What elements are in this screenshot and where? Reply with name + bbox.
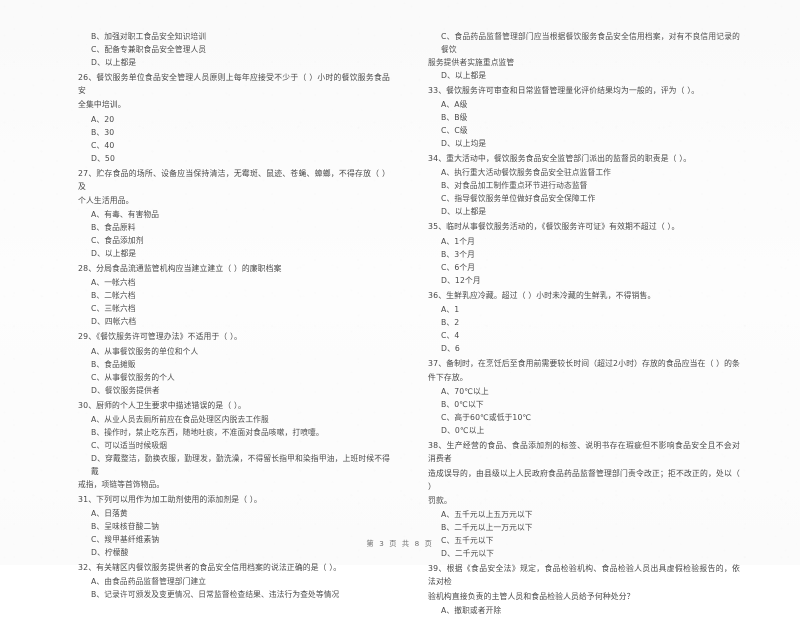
option-item: D、二千元以下 <box>441 549 495 559</box>
question-stem: 30、厨师的个人卫生要求中描述错误的是（ ）。 <box>78 400 246 410</box>
option-item: A、从业人员去厕所前应在食品处理区内脱去工作服 <box>91 414 269 424</box>
option-item: A、20 <box>91 114 115 124</box>
question-32: 32、有关辖区内餐饮服务提供者的食品安全信用档案的说法正确的是（ ）。 A、由食… <box>78 561 390 601</box>
option-item: D、0℃以上 <box>441 426 485 436</box>
option-item: A、日落黄 <box>91 509 128 519</box>
question-27: 27、贮存食品的场所、设备应当保持清洁，无霉斑、鼠迹、苍蝇、蟑螂，不得存放（ ）… <box>78 167 390 261</box>
scanned-page: B、加强对职工食品安全知识培训 C、配备专兼职食品安全管理人员 D、以上都是 2… <box>0 0 800 615</box>
question-stem: 37、备制时，在烹饪后至食用前需要较长时间（超过2小时）存放的食品应当在（ ）的… <box>428 358 740 368</box>
option-item: C、食品药品监督管理部门应当根据餐饮服务食品安全信用档案，对有不良信用记录的餐饮 <box>441 32 740 54</box>
question-30: 30、厨师的个人卫生要求中描述错误的是（ ）。 A、从业人员去厕所前应在食品处理… <box>78 399 390 491</box>
question-stem-continued-2: 罚款。 <box>428 496 452 506</box>
option-item: C、4 <box>441 330 460 340</box>
option-item: A、执行重大活动餐饮服务食品安全驻点监督工作 <box>441 168 611 178</box>
question-stem: 29、《餐饮服务许可管理办法》不适用于（ ）。 <box>78 332 242 342</box>
option-item: C、可以适当时候吸烟 <box>91 440 168 450</box>
question-31: 31、下列可以用作为加工助剂使用的添加剂是（ ）。 A、日落黄 B、呈味核苷酸二… <box>78 493 390 559</box>
option-item: C、配备专兼职食品安全管理人员 <box>91 45 207 54</box>
question-stem-continued: 全集中培训。 <box>78 100 126 110</box>
question-stem: 34、重大活动中，餐饮服务食品安全监管部门派出的监督员的职责是（ ）。 <box>428 154 692 164</box>
question-stem: 39、根据《食品安全法》规定，食品检验机构、食品检验人员出具虚假检验报告的，依法… <box>428 564 740 587</box>
option-item: B、加强对职工食品安全知识培训 <box>91 32 207 41</box>
option-item: D、以上都是 <box>91 58 137 67</box>
option-item: C、三帐六档 <box>91 304 136 314</box>
option-item: A、五千元以上五万元以下 <box>441 510 533 520</box>
option-item: D、以上均是 <box>441 139 487 149</box>
option-item: B、0℃以下 <box>441 400 484 410</box>
option-item: D、餐饮服务提供者 <box>91 385 160 395</box>
question-35: 35、临时从事餐饮服务活动的，《餐饮服务许可证》有效期不超过（ ）。 A、1个月… <box>428 220 740 286</box>
question-33: 33、餐饮服务许可审查和日常监督管理量化评价结果均为一般的，评为（ ）。 A、A… <box>428 84 740 150</box>
option-item-continued: 服务提供者实施重点监管 <box>428 58 515 67</box>
option-item: A、一帐六档 <box>91 278 136 288</box>
question-36: 36、生鲜乳应冷藏。超过（ ）小时未冷藏的生鲜乳，不得销售。 A、1 B、2 C… <box>428 289 740 355</box>
page-footer-text: 第 3 页 共 8 页 <box>366 539 434 548</box>
question-stem-continued: 造成误导的，由县级以上人民政府食品药品监督管理部门责令改正；拒不改正的，处以（ … <box>428 468 740 491</box>
question-stem: 32、有关辖区内餐饮服务提供者的食品安全信用档案的说法正确的是（ ）。 <box>78 563 342 573</box>
question-stem: 36、生鲜乳应冷藏。超过（ ）小时未冷藏的生鲜乳，不得销售。 <box>428 290 656 300</box>
option-item: B、30 <box>91 127 115 137</box>
option-item: C、从事餐饮服务的个人 <box>91 372 175 382</box>
question-stem: 31、下列可以用作为加工助剂使用的添加剂是（ ）。 <box>78 494 262 504</box>
question-stem: 27、贮存食品的场所、设备应当保持清洁，无霉斑、鼠迹、苍蝇、蟑螂，不得存放（ ）… <box>78 168 390 191</box>
options-continued-block: C、食品药品监督管理部门应当根据餐饮服务食品安全信用档案，对有不良信用记录的餐饮… <box>428 30 740 82</box>
question-stem: 26、餐饮服务单位食品安全管理人员原则上每年应接受不少于（ ）小时的餐饮服务食品… <box>78 73 390 96</box>
option-item: A、1 <box>441 304 460 314</box>
option-item: D、以上都是 <box>441 207 487 217</box>
option-item: A、70℃以上 <box>441 387 489 397</box>
option-item: D、50 <box>91 153 115 163</box>
question-39: 39、根据《食品安全法》规定，食品检验机构、食品检验人员出具虚假检验报告的，依法… <box>428 562 740 617</box>
options-continued-block: B、加强对职工食品安全知识培训 C、配备专兼职食品安全管理人员 D、以上都是 <box>78 30 390 69</box>
question-stem-continued: 件下存放。 <box>428 373 468 383</box>
question-28: 28、分局食品流通监管机构应当建立建立（ ）的廉职档案 A、一帐六档 B、二帐六… <box>78 262 390 328</box>
question-26: 26、餐饮服务单位食品安全管理人员原则上每年应接受不少于（ ）小时的餐饮服务食品… <box>78 71 390 165</box>
option-item: B、2 <box>441 317 460 327</box>
option-item: B、B级 <box>441 113 468 123</box>
option-item: C、C级 <box>441 126 468 136</box>
option-item: D、四帐六档 <box>91 317 137 327</box>
option-item: B、食品摊贩 <box>91 359 136 369</box>
option-item: A、A级 <box>441 100 468 110</box>
question-37: 37、备制时，在烹饪后至食用前需要较长时间（超过2小时）存放的食品应当在（ ）的… <box>428 357 740 437</box>
option-item: D、以上都是 <box>91 249 137 259</box>
option-item: C、食品添加剂 <box>91 236 144 246</box>
question-stem-continued: 个人生活用品。 <box>78 196 134 206</box>
option-item: B、操作时，禁止吃东西，随地吐痰，不准面对食品咳嗽，打喷嚏。 <box>91 427 324 437</box>
option-item: A、由食品药品监督管理部门建立 <box>91 577 207 587</box>
question-stem: 38、生产经营的食品、食品添加剂的标签、说明书存在瑕疵但不影响食品安全且不会对消… <box>428 441 740 464</box>
question-34: 34、重大活动中，餐饮服务食品安全监管部门派出的监督员的职责是（ ）。 A、执行… <box>428 152 740 218</box>
option-item: C、6个月 <box>441 262 476 272</box>
question-stem: 28、分局食品流通监管机构应当建立建立（ ）的廉职档案 <box>78 264 282 274</box>
option-item: B、二千元以上一万元以下 <box>441 523 533 533</box>
page-footer: 第 3 页 共 8 页 <box>0 539 800 549</box>
right-column: C、食品药品监督管理部门应当根据餐饮服务食品安全信用档案，对有不良信用记录的餐饮… <box>428 30 740 615</box>
option-item: C、40 <box>91 140 115 150</box>
option-item: D、穿戴整洁，勤换衣服，勤理发，勤洗澡，不得留长指甲和染指甲油，上班时候不得戴 <box>91 453 390 476</box>
question-29: 29、《餐饮服务许可管理办法》不适用于（ ）。 A、从事餐饮服务的单位和个人 B… <box>78 330 390 396</box>
option-item: D、6 <box>441 343 460 353</box>
option-item-continued: 戒指，项链等首饰物品。 <box>78 479 165 489</box>
question-stem-continued: 验机构直接负责的主管人员和食品检验人员给予何种处分？ <box>428 591 635 601</box>
option-item: B、呈味核苷酸二钠 <box>91 522 160 532</box>
option-item: D、12个月 <box>441 275 481 285</box>
option-item: B、3个月 <box>441 249 475 259</box>
page-columns: B、加强对职工食品安全知识培训 C、配备专兼职食品安全管理人员 D、以上都是 2… <box>0 0 800 615</box>
option-item: C、高于60℃或低于10℃ <box>441 413 532 423</box>
question-stem: 33、餐饮服务许可审查和日常监督管理量化评价结果均为一般的，评为（ ）。 <box>428 86 700 95</box>
option-item: B、二帐六档 <box>91 291 136 301</box>
option-item: A、1个月 <box>441 236 475 246</box>
left-column: B、加强对职工食品安全知识培训 C、配备专兼职食品安全管理人员 D、以上都是 2… <box>78 30 390 599</box>
option-item: A、从事餐饮服务的单位和个人 <box>91 346 199 356</box>
option-item: A、有毒、有害物品 <box>91 210 160 220</box>
option-item: C、指导餐饮服务单位做好食品安全保障工作 <box>441 194 596 204</box>
option-item: B、记录许可颁发及变更情况、日常监督检查结果、违法行为查处等情况 <box>91 590 340 600</box>
question-stem: 35、临时从事餐饮服务活动的，《餐饮服务许可证》有效期不超过（ ）。 <box>428 222 680 232</box>
option-item: B、食品原料 <box>91 223 136 233</box>
option-item: A、撤职或者开除 <box>441 605 502 615</box>
option-item: B、对食品加工制作重点环节进行动态监督 <box>441 181 588 191</box>
option-item: D、以上都是 <box>441 71 487 80</box>
